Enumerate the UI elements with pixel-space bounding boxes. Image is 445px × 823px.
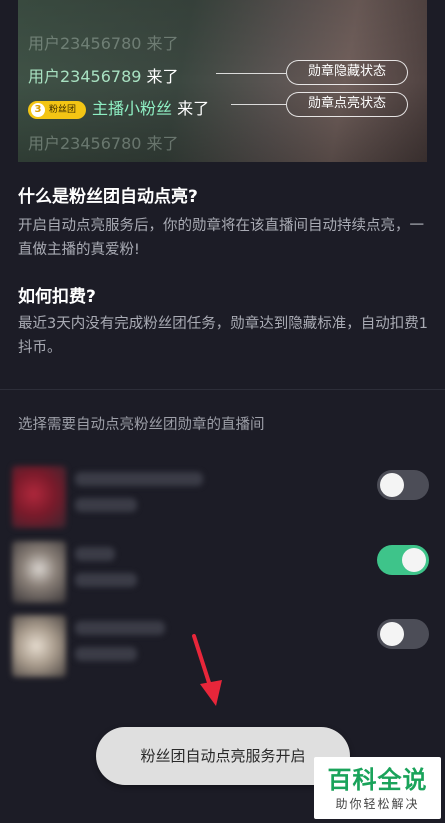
fan-club-badge-icon: 3 粉丝团 [28, 100, 86, 119]
banner-anchor-name: 主播小粉丝 [92, 99, 173, 118]
banner-user-name: 用户23456780 [28, 134, 142, 153]
banner-line-3: 3 粉丝团 主播小粉丝 来了 [28, 95, 209, 119]
banner-line-1: 用户23456780 来了 [28, 30, 179, 54]
watermark-title: 百科全说 [327, 766, 428, 794]
banner-line-2: 用户23456789 来了 [28, 63, 179, 87]
banner-line-4: 用户23456780 来了 [28, 130, 179, 154]
faq-answer-what: 开启自动点亮服务后，你的勋章将在该直播间自动持续点亮，一直做主播的真爱粉! [18, 218, 424, 258]
badge-level: 3 [31, 102, 45, 117]
watermark-subtitle: 助你轻松解决 [335, 797, 420, 811]
banner-verb: 来了 [146, 67, 179, 86]
toggle-knob [380, 473, 404, 497]
room-auto-light-toggle[interactable] [377, 619, 429, 649]
banner-user-name: 用户23456789 [28, 67, 142, 86]
room-auto-light-toggle[interactable] [377, 470, 429, 500]
red-arrow-icon [192, 634, 222, 706]
room-subtitle-blurred [75, 498, 137, 512]
room-avatar [12, 466, 66, 528]
faq-question-fee: 如何扣费? [18, 287, 96, 307]
banner-verb: 来了 [177, 99, 210, 118]
connector-line [231, 104, 286, 105]
room-name-blurred [75, 621, 165, 635]
room-subtitle-blurred [75, 573, 137, 587]
faq-answer-fee: 最近3天内没有完成粉丝团任务，勋章达到隐藏标准，自动扣费1抖币。 [18, 316, 428, 356]
toggle-knob [402, 548, 426, 572]
room-name-blurred [75, 472, 203, 486]
baike-watermark-logo: 百科全说 助你轻松解决 [314, 757, 441, 819]
faq-question-what: 什么是粉丝团自动点亮? [18, 187, 198, 207]
room-subtitle-blurred [75, 647, 137, 661]
room-avatar [12, 541, 66, 603]
room-row [0, 466, 445, 536]
toggle-knob [380, 622, 404, 646]
room-row [0, 541, 445, 611]
room-name-blurred [75, 547, 115, 561]
room-list-label: 选择需要自动点亮粉丝团勋章的直播间 [18, 417, 265, 433]
banner-verb: 来了 [146, 134, 179, 153]
connector-line [216, 73, 286, 74]
section-divider [0, 389, 445, 390]
badge-lit-state-pill: 勋章点亮状态 [286, 92, 408, 117]
banner-verb: 来了 [146, 34, 179, 53]
banner-user-name: 用户23456780 [28, 34, 142, 53]
demo-banner: 用户23456780 来了 用户23456789 来了 3 粉丝团 主播小粉丝 … [18, 0, 427, 162]
fan-club-auto-light-page: 用户23456780 来了 用户23456789 来了 3 粉丝团 主播小粉丝 … [0, 0, 445, 823]
badge-text: 粉丝团 [49, 104, 77, 115]
badge-hidden-state-pill: 勋章隐藏状态 [286, 60, 408, 85]
room-auto-light-toggle[interactable] [377, 545, 429, 575]
room-avatar [12, 615, 66, 677]
service-enabled-toast: 粉丝团自动点亮服务开启 [96, 727, 350, 785]
